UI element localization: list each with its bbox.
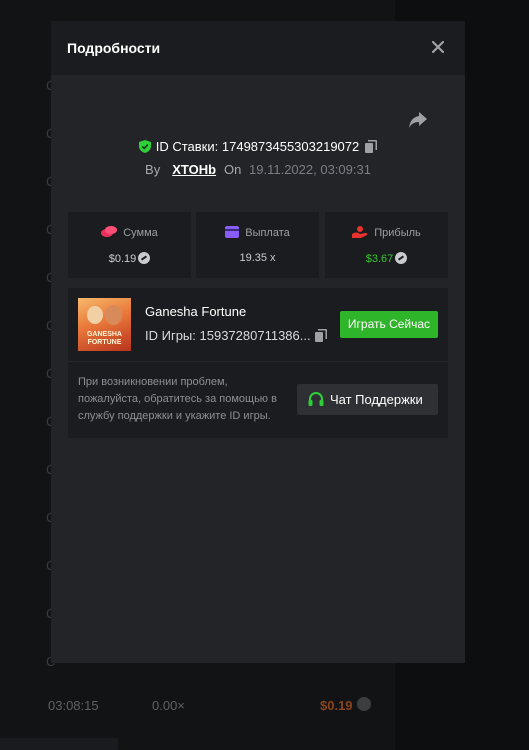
coins-icon [101, 226, 118, 237]
stat-profit-label-row: Прибыль [325, 226, 448, 239]
hand-coin-icon [352, 226, 368, 238]
bet-id-line: ID Ставки: 1749873455303219072 [51, 139, 465, 156]
close-button[interactable] [429, 38, 447, 56]
support-chat-button[interactable]: Чат Поддержки [297, 384, 438, 415]
username-link[interactable]: XTOHb [172, 162, 216, 177]
background-bet-row[interactable]: 03:08:15 0.00× $0.19 [48, 697, 378, 714]
thumbnail-figure [87, 306, 103, 324]
game-thumbnail[interactable]: GANESHA FORTUNE [78, 298, 131, 351]
bet-author-line: By XTOHb On 19.11.2022, 03:09:31 [51, 162, 465, 177]
stat-profit: Прибыль $3.67 [325, 212, 448, 278]
modal-header: Подробности [51, 21, 465, 75]
bet-id-label: ID Ставки: [155, 139, 219, 154]
copy-icon [365, 140, 378, 153]
on-label: On [224, 162, 242, 177]
currency-coin-icon [395, 252, 408, 264]
share-button[interactable] [407, 110, 429, 130]
stat-amount-value: $0.19 [108, 253, 137, 265]
row-time: 03:08:15 [48, 698, 99, 713]
row-amount: $0.19 [320, 698, 353, 713]
game-id-label: ID Игры: [145, 328, 196, 343]
stat-profit-value: $3.67 [365, 253, 394, 265]
stat-amount-value-row: $0.19 [68, 252, 191, 265]
game-id-value: 15937280711386... [199, 328, 311, 343]
bet-id-value: 1749873455303219072 [221, 139, 360, 154]
modal-title: Подробности [67, 40, 161, 56]
stat-profit-value-row: $3.67 [325, 252, 448, 265]
bet-stats: Сумма $0.19 Выплата 19.35 x Прибыль $3.6… [68, 212, 448, 278]
bet-details-modal: Подробности ID Ставки: 17498734553032190… [51, 21, 465, 663]
stat-amount-label-row: Сумма [68, 226, 191, 239]
game-name: Ganesha Fortune [145, 304, 247, 319]
play-now-button[interactable]: Играть Сейчас [340, 311, 438, 338]
stat-payout-value-row: 19.35 x [196, 252, 319, 264]
divider [68, 361, 448, 362]
bet-datetime: 19.11.2022, 03:09:31 [249, 162, 371, 177]
currency-coin-icon [357, 697, 371, 711]
stat-payout-value: 19.35 x [239, 252, 276, 264]
row-multiplier: 0.00× [152, 698, 185, 713]
headphones-icon [308, 392, 324, 406]
copy-icon [314, 329, 327, 342]
support-help-text: При возникновении проблем, пожалуйста, о… [78, 376, 277, 422]
card-icon [225, 226, 240, 238]
copy-game-id-button[interactable] [314, 329, 327, 345]
shield-check-icon [138, 140, 151, 156]
game-info-card: GANESHA FORTUNE Ganesha Fortune ID Игры:… [68, 288, 448, 438]
background-bottom-bar [0, 738, 118, 750]
currency-coin-icon [138, 252, 151, 264]
game-id-line: ID Игры: 15937280711386... [145, 328, 327, 345]
by-label: By [145, 162, 161, 177]
copy-bet-id-button[interactable] [365, 140, 378, 156]
thumbnail-logo-text: GANESHA FORTUNE [86, 331, 122, 346]
stat-payout-label: Выплата [245, 227, 290, 239]
support-chat-label: Чат Поддержки [330, 392, 423, 407]
stat-payout-label-row: Выплата [196, 226, 319, 239]
stat-amount-label: Сумма [123, 227, 158, 239]
stat-profit-label: Прибыль [374, 227, 421, 239]
stat-payout: Выплата 19.35 x [196, 212, 319, 278]
thumbnail-figure [105, 305, 122, 325]
close-icon [431, 40, 445, 54]
stat-amount: Сумма $0.19 [68, 212, 191, 278]
share-arrow-icon [409, 112, 427, 128]
